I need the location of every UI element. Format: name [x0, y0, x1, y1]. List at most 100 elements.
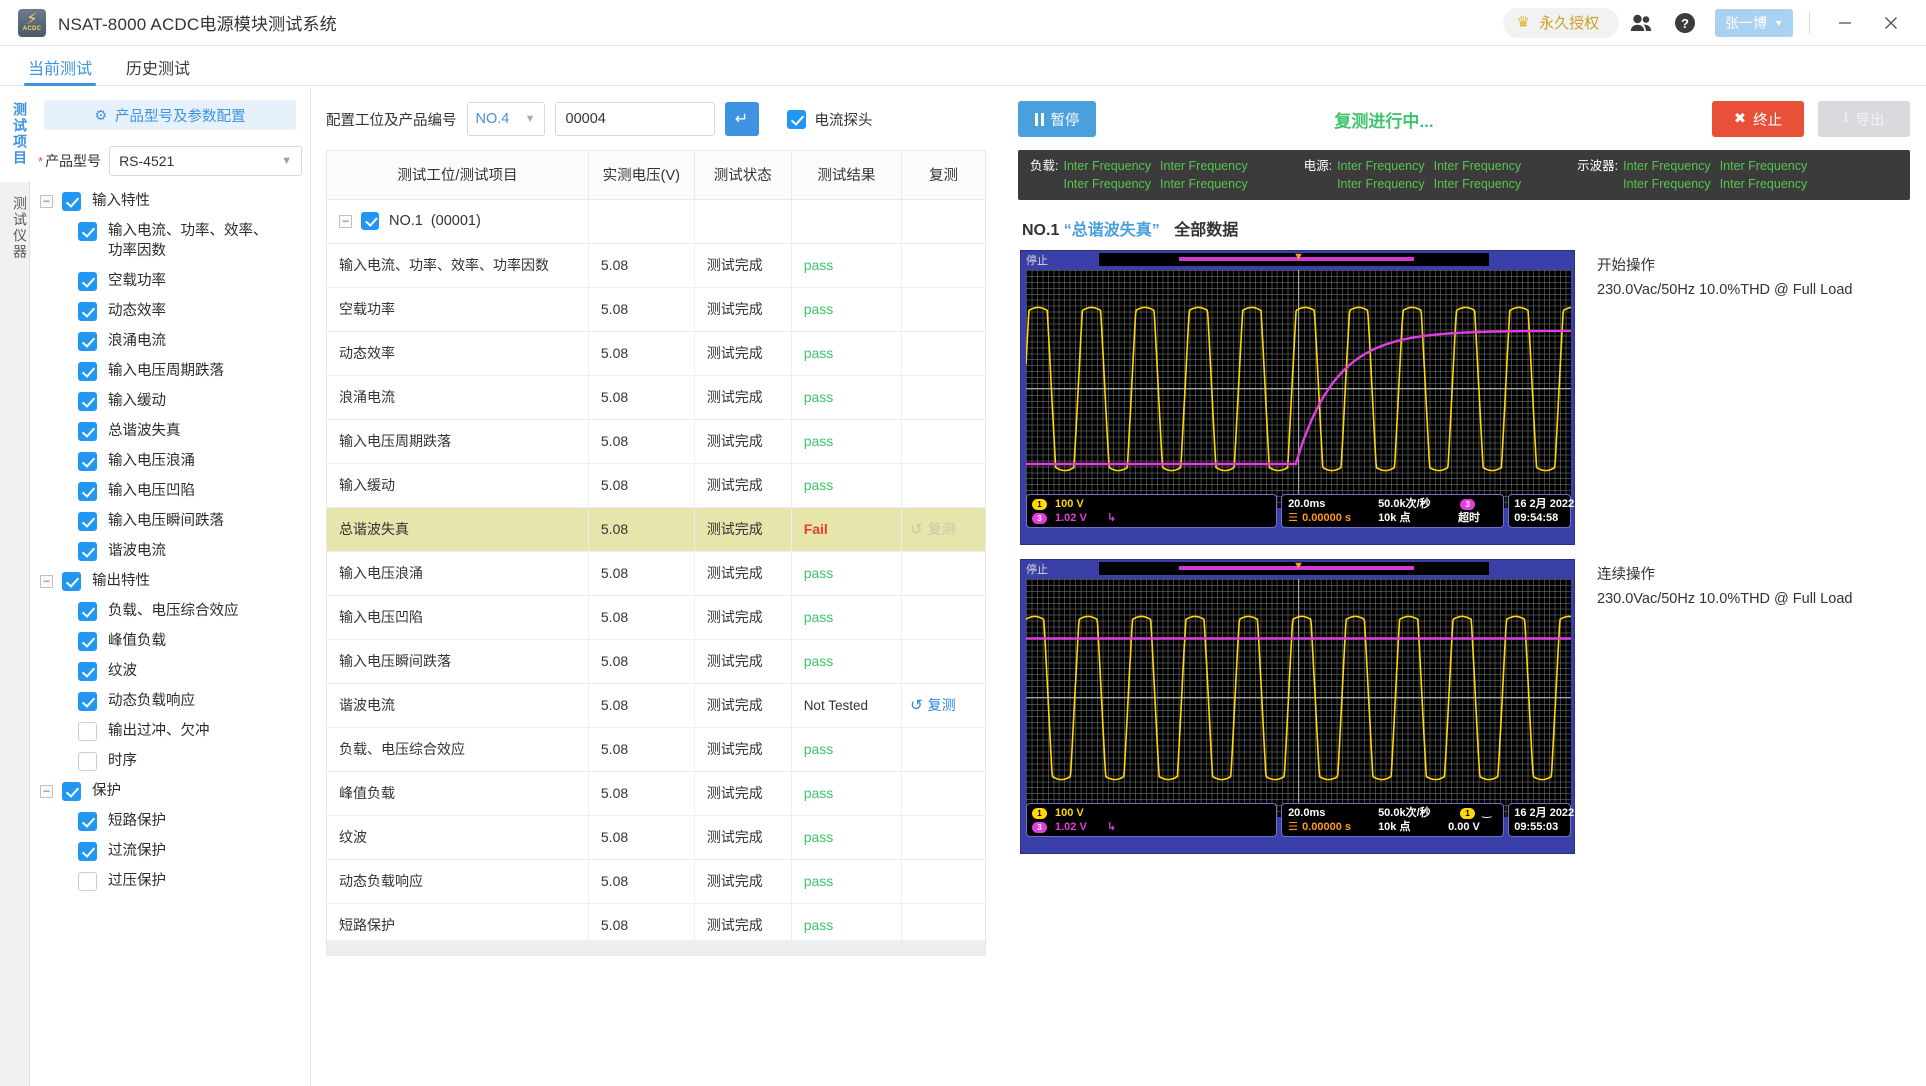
tree-checkbox[interactable] — [78, 422, 97, 441]
oscilloscope-screenshot[interactable]: 停止 ▼ 1 100 V 3 1.02 V ↳ 20.0ms ☰ 0.00000 s 50.0k次/… — [1020, 559, 1575, 854]
tree-checkbox[interactable] — [62, 192, 81, 211]
tree-item[interactable]: 输入电压瞬间跌落 — [30, 506, 310, 536]
station-select[interactable]: NO.4 ▼ — [466, 102, 545, 136]
tree-item[interactable]: 输入电流、功率、效率、功率因数 — [30, 216, 310, 266]
table-row[interactable]: 谐波电流 5.08 测试完成 Not Tested ↺ 复测 — [327, 683, 985, 728]
tree-checkbox[interactable] — [78, 222, 97, 241]
tree-checkbox[interactable] — [62, 572, 81, 591]
table-row[interactable]: 输入电压浪涌 5.08 测试完成 pass — [327, 551, 985, 596]
current-probe-toggle[interactable]: 电流探头 — [786, 109, 873, 130]
table-row[interactable]: 浪涌电流 5.08 测试完成 pass — [327, 375, 985, 420]
instrument-group: 示波器: Inter Frequency Inter Frequency Inter … — [1577, 157, 1807, 193]
product-number-input[interactable]: 00004 — [554, 102, 715, 136]
table-row[interactable]: 峰值负载 5.08 测试完成 pass — [327, 771, 985, 816]
tree-item[interactable]: 空载功率 — [30, 266, 310, 296]
table-row[interactable]: 输入电流、功率、效率、功率因数 5.08 测试完成 pass — [327, 243, 985, 288]
cell-result: pass — [791, 815, 903, 860]
tree-item[interactable]: 输入电压凹陷 — [30, 476, 310, 506]
tree-checkbox[interactable] — [78, 632, 97, 651]
tree-checkbox[interactable] — [78, 302, 97, 321]
collapse-icon[interactable]: – — [40, 195, 53, 208]
tree-item[interactable]: 短路保护 — [30, 806, 310, 836]
tree-item[interactable]: 纹波 — [30, 656, 310, 686]
user-menu[interactable]: 张一博 ▼ — [1715, 8, 1793, 37]
current-probe-checkbox[interactable] — [786, 109, 806, 129]
tree-checkbox[interactable] — [78, 542, 97, 561]
table-row[interactable]: 动态效率 5.08 测试完成 pass — [327, 331, 985, 376]
tree-item[interactable]: 过流保护 — [30, 836, 310, 866]
tree-checkbox[interactable] — [78, 872, 97, 891]
cell-item-name: 空载功率 — [327, 287, 589, 332]
tree-item[interactable]: 总谐波失真 — [30, 416, 310, 446]
retest-button[interactable]: ↺ 复测 — [910, 695, 977, 715]
table-row[interactable]: 输入缓动 5.08 测试完成 pass — [327, 463, 985, 508]
vtab-test-items[interactable]: 测试项目 — [0, 88, 30, 182]
tree-group[interactable]: – 输入特性 — [30, 186, 310, 216]
instrument-values: Inter Frequency Inter Frequency Inter Freq… — [1063, 157, 1247, 193]
tree-item[interactable]: 输入电压周期跌落 — [30, 356, 310, 386]
tree-checkbox[interactable] — [78, 392, 97, 411]
table-row[interactable]: 纹波 5.08 测试完成 pass — [327, 815, 985, 860]
tree-checkbox[interactable] — [78, 452, 97, 471]
export-button[interactable]: ⭳ 导出 — [1818, 101, 1910, 137]
minimize-button[interactable] — [1822, 0, 1868, 46]
table-group-row[interactable]: – NO.1 (00001) — [327, 199, 985, 244]
tree-checkbox[interactable] — [78, 332, 97, 351]
tab-history-test[interactable]: 历史测试 — [122, 55, 194, 85]
help-icon[interactable]: ? — [1663, 1, 1707, 45]
tree-checkbox[interactable] — [78, 272, 97, 291]
tree-checkbox[interactable] — [78, 842, 97, 861]
table-row[interactable]: 短路保护 5.08 测试完成 pass — [327, 903, 985, 940]
tree-item[interactable]: 谐波电流 — [30, 536, 310, 566]
waveform-channel-1 — [1026, 615, 1571, 781]
close-button[interactable] — [1868, 0, 1914, 46]
tree-checkbox[interactable] — [62, 782, 81, 801]
collapse-icon[interactable]: – — [40, 785, 53, 798]
table-row[interactable]: 负载、电压综合效应 5.08 测试完成 pass — [327, 727, 985, 772]
tree-item[interactable]: 峰值负载 — [30, 626, 310, 656]
tree-item[interactable]: 输入电压浪涌 — [30, 446, 310, 476]
cell-retest: ↺ 复测 — [901, 683, 985, 728]
tree-group[interactable]: – 输出特性 — [30, 566, 310, 596]
table-row[interactable]: 输入电压凹陷 5.08 测试完成 pass — [327, 595, 985, 640]
oscilloscope-screenshot[interactable]: 停止 ▼ 1 100 V 3 1.02 V ↳ 20.0ms ☰ 0.00000 s 50.0k次/… — [1020, 250, 1575, 545]
vtab-test-instruments[interactable]: 测试仪器 — [0, 182, 30, 276]
table-horizontal-scrollbar[interactable] — [326, 940, 986, 956]
tree-checkbox[interactable] — [78, 512, 97, 531]
product-config-button[interactable]: ⚙ 产品型号及参数配置 — [44, 100, 296, 130]
tree-checkbox[interactable] — [78, 692, 97, 711]
enter-icon[interactable]: ↵ — [724, 102, 759, 136]
tree-checkbox[interactable] — [78, 602, 97, 621]
tree-group[interactable]: – 保护 — [30, 776, 310, 806]
users-icon[interactable] — [1619, 1, 1663, 45]
tree-checkbox[interactable] — [78, 482, 97, 501]
group-checkbox[interactable] — [361, 212, 379, 230]
cell-state: 测试完成 — [694, 771, 792, 816]
tree-checkbox[interactable] — [78, 812, 97, 831]
tree-checkbox[interactable] — [78, 722, 97, 741]
tree-item[interactable]: 浪涌电流 — [30, 326, 310, 356]
tree-item[interactable]: 输出过冲、欠冲 — [30, 716, 310, 746]
tree-checkbox[interactable] — [78, 362, 97, 381]
tree-item-label: 峰值负载 — [108, 633, 166, 649]
tree-item[interactable]: 动态效率 — [30, 296, 310, 326]
tree-item[interactable]: 过压保护 — [30, 866, 310, 896]
product-model-select[interactable]: RS-4521 ▼ — [109, 146, 302, 176]
collapse-icon[interactable]: – — [339, 214, 352, 228]
tree-item[interactable]: 动态负载响应 — [30, 686, 310, 716]
collapse-icon[interactable]: – — [40, 575, 53, 588]
table-row[interactable]: 动态负载响应 5.08 测试完成 pass — [327, 859, 985, 904]
tree-item[interactable]: 输入缓动 — [30, 386, 310, 416]
tab-current-test[interactable]: 当前测试 — [24, 55, 97, 86]
table-row[interactable]: 输入电压瞬间跌落 5.08 测试完成 pass — [327, 639, 985, 684]
tree-checkbox[interactable] — [78, 752, 97, 771]
stop-button[interactable]: ✖ 终止 — [1712, 101, 1804, 137]
table-row[interactable]: 输入电压周期跌落 5.08 测试完成 pass — [327, 419, 985, 464]
tree-item[interactable]: 时序 — [30, 746, 310, 776]
tree-item[interactable]: 负载、电压综合效应 — [30, 596, 310, 626]
table-row[interactable]: 空载功率 5.08 测试完成 pass — [327, 287, 985, 332]
tree-checkbox[interactable] — [78, 662, 97, 681]
table-row[interactable]: 总谐波失真 5.08 测试完成 Fail ↺ 复测 — [327, 507, 985, 552]
cell-retest — [901, 287, 985, 332]
license-badge[interactable]: ♛ 永久授权 — [1502, 7, 1620, 38]
